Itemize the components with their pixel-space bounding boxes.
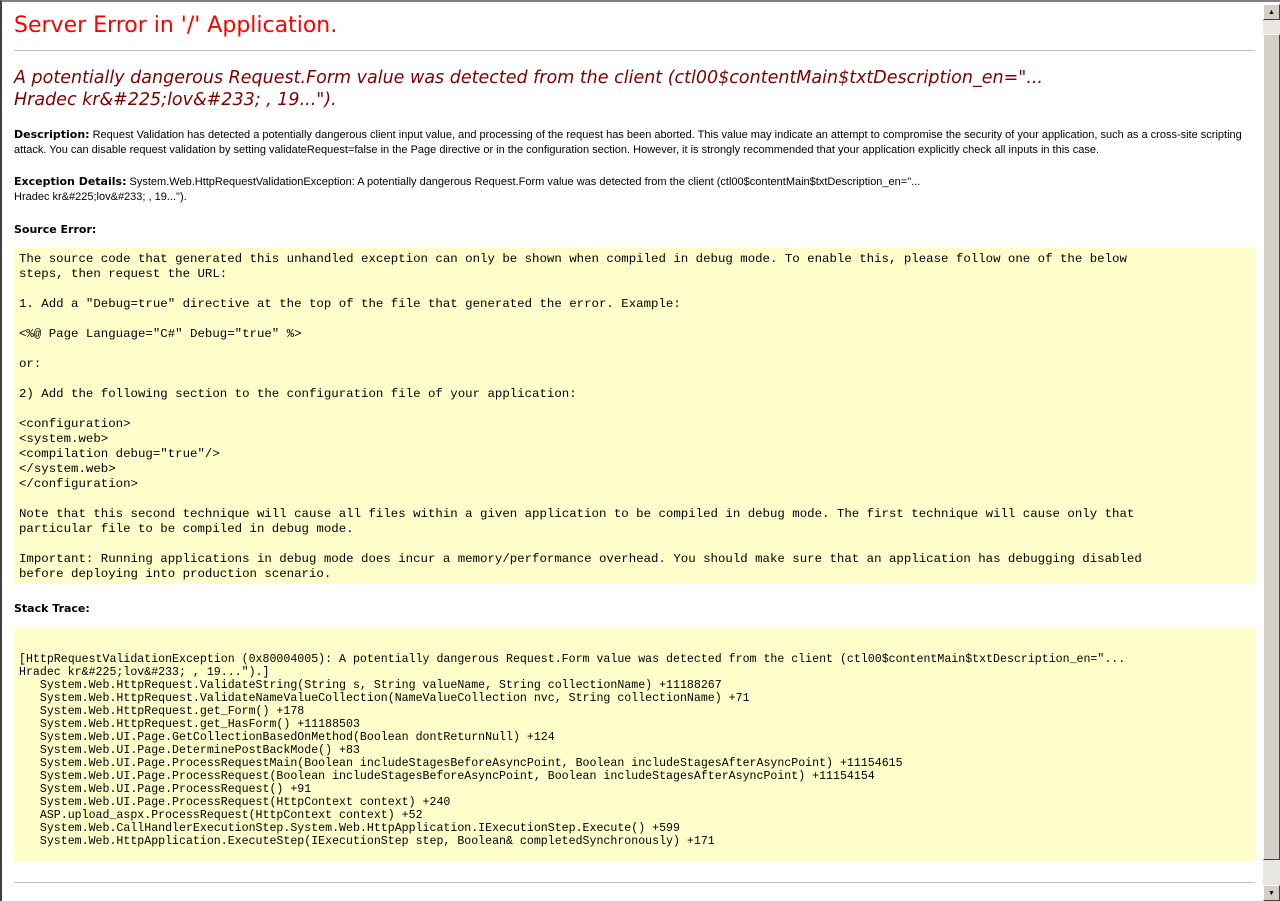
stack-trace-text: [HttpRequestValidationException (0x80004… — [19, 653, 1126, 848]
source-error-box: The source code that generated this unha… — [14, 248, 1255, 584]
description-text: Request Validation has detected a potent… — [14, 129, 1242, 156]
stack-trace-label: Stack Trace: — [14, 602, 90, 615]
exception-details: Exception Details: System.Web.HttpReques… — [14, 174, 1255, 205]
description-label: Description: — [14, 128, 90, 141]
divider — [14, 882, 1255, 883]
scrollbar-thumb[interactable] — [1263, 34, 1280, 860]
exception-details-line2: Hradec kr&#225;lov&#233; , 19..."). — [14, 191, 187, 203]
error-page: Server Error in '/' Application. A poten… — [14, 2, 1255, 883]
scroll-down-button[interactable]: ▼ — [1263, 885, 1280, 901]
page-title: Server Error in '/' Application. — [14, 13, 338, 38]
arrow-down-icon: ▼ — [1268, 889, 1275, 897]
divider — [14, 50, 1255, 51]
error-heading: A potentially dangerous Request.Form val… — [14, 67, 1255, 111]
exception-details-label: Exception Details: — [14, 175, 127, 188]
scroll-up-button[interactable]: ▲ — [1263, 4, 1280, 20]
vertical-scrollbar[interactable]: ▲ ▼ — [1263, 4, 1280, 901]
error-heading-line1: A potentially dangerous Request.Form val… — [14, 68, 1043, 88]
arrow-up-icon: ▲ — [1268, 8, 1275, 16]
exception-details-line1: System.Web.HttpRequestValidationExceptio… — [126, 176, 921, 188]
source-error-label: Source Error: — [14, 223, 97, 236]
browser-viewport: Server Error in '/' Application. A poten… — [0, 0, 1280, 901]
source-error-text: The source code that generated this unha… — [19, 252, 1142, 581]
description: Description: Request Validation has dete… — [14, 127, 1255, 158]
error-heading-line2: Hradec kr&#225;lov&#233; , 19..."). — [14, 90, 337, 110]
stack-trace-box: [HttpRequestValidationException (0x80004… — [14, 627, 1255, 862]
